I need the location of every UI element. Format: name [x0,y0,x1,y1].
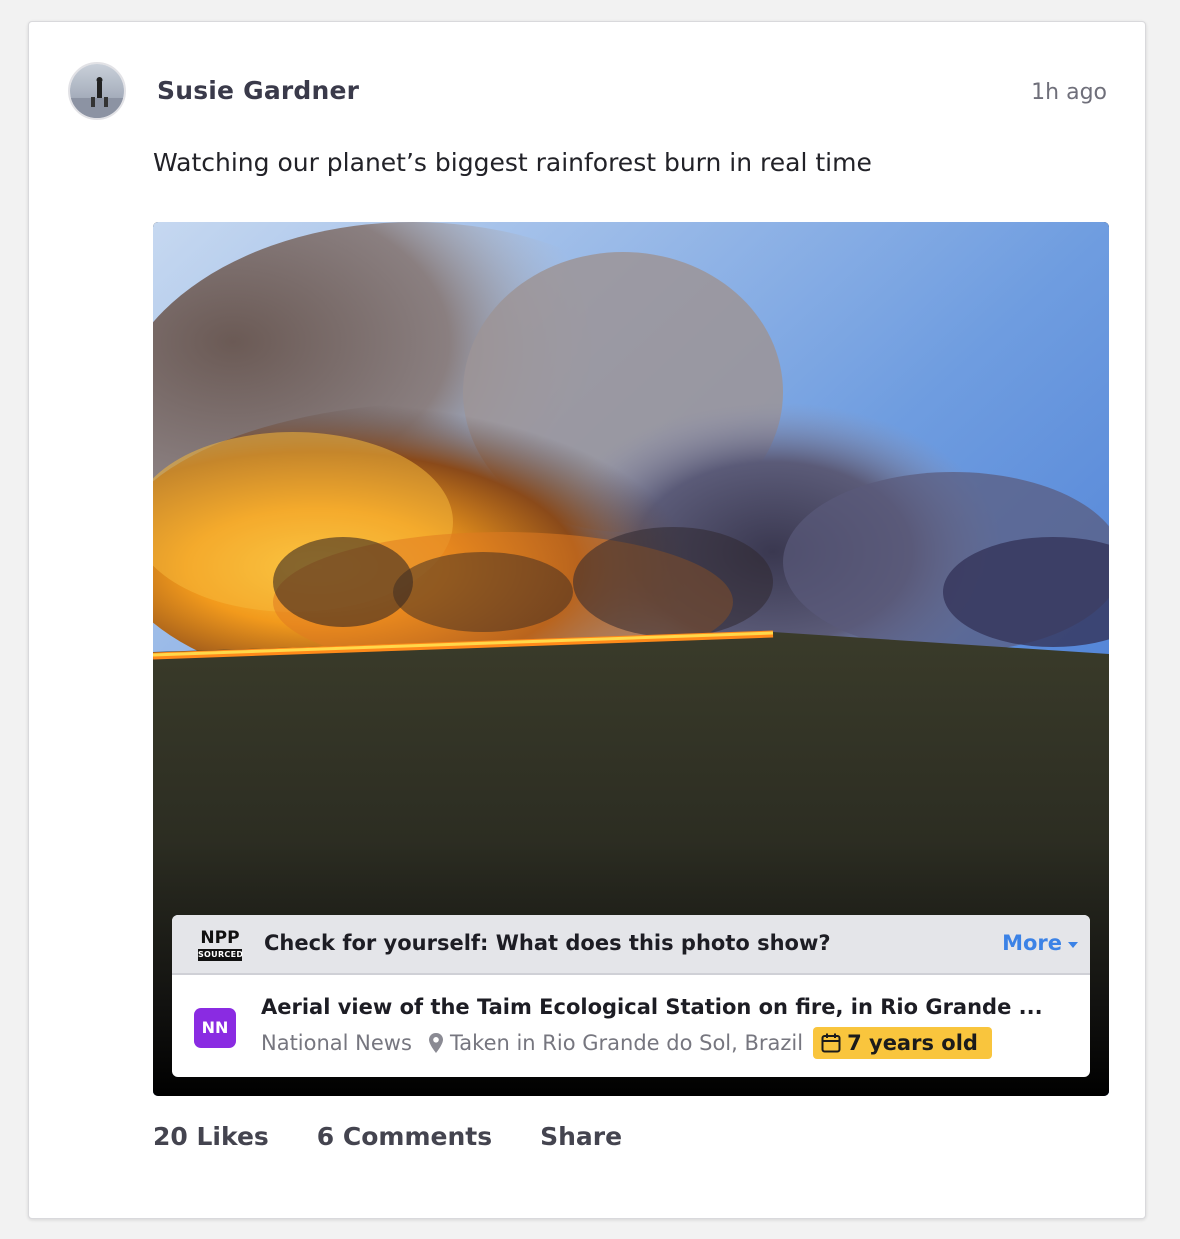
more-button[interactable]: More [1002,931,1078,955]
likes-button[interactable]: 20 Likes [153,1122,269,1151]
age-badge: 7 years old [813,1027,992,1059]
share-button[interactable]: Share [540,1122,622,1151]
source-meta: National News Taken in Rio Grande do Sol… [261,1026,992,1060]
post-card: Susie Gardner 1h ago Watching our planet… [28,21,1146,1219]
source-name: National News [261,1031,412,1055]
calendar-icon [821,1033,841,1053]
location-text: Taken in Rio Grande do Sol, Brazil [449,1031,804,1055]
npp-sourced-logo: NPP SOURCED [198,928,244,961]
comments-button[interactable]: 6 Comments [317,1122,492,1151]
post-actions: 20 Likes 6 Comments Share [153,1122,670,1151]
age-text: 7 years old [847,1031,978,1055]
more-label: More [1002,931,1062,955]
source-title[interactable]: Aerial view of the Taim Ecological Stati… [261,995,1043,1019]
chevron-down-icon [1068,941,1078,948]
source-logo: NN [194,1008,236,1048]
map-pin-icon [428,1032,444,1054]
post-caption: Watching our planet’s biggest rainforest… [153,148,872,177]
fact-check-question: Check for yourself: What does this photo… [264,931,831,955]
fact-check-header: NPP SOURCED Check for yourself: What doe… [172,915,1090,975]
author-name[interactable]: Susie Gardner [157,76,359,105]
post-timestamp: 1h ago [1031,80,1107,105]
fact-check-panel: NPP SOURCED Check for yourself: What doe… [172,915,1090,1077]
avatar[interactable] [68,62,126,120]
post-image[interactable]: NPP SOURCED Check for yourself: What doe… [153,222,1109,1096]
